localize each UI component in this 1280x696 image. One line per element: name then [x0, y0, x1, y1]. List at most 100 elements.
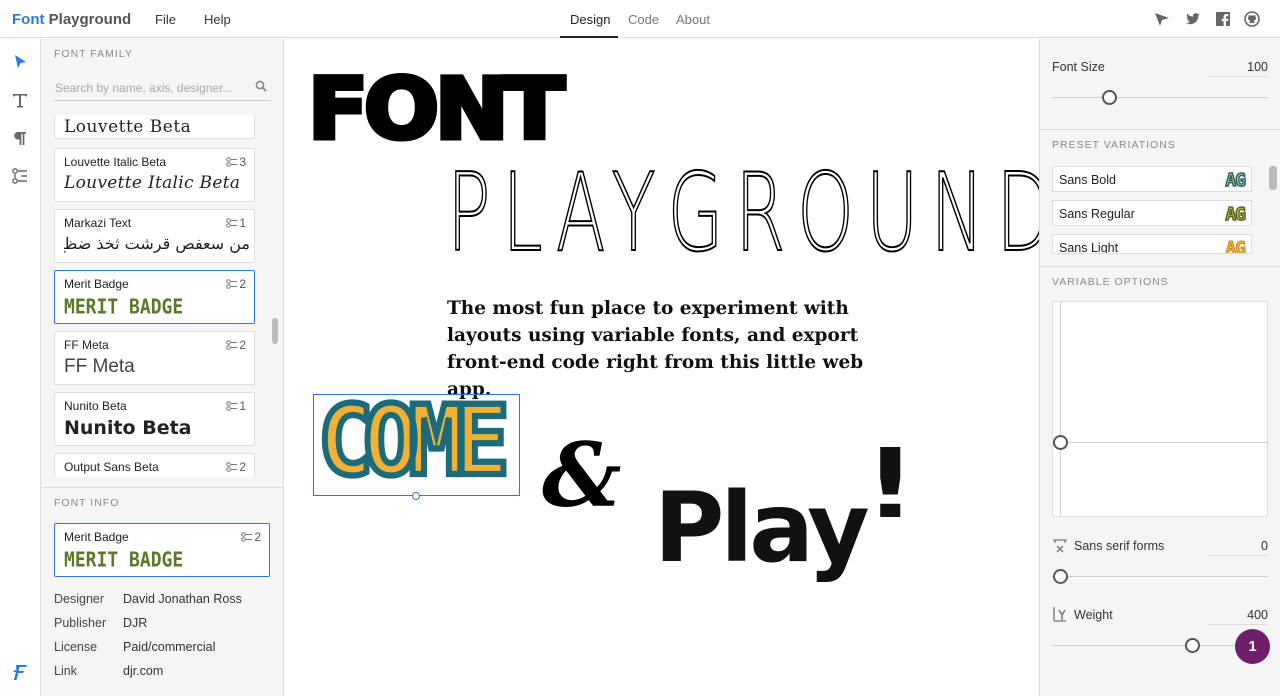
active-tab-indicator: [560, 36, 618, 38]
axis-count-value: 2: [239, 460, 246, 474]
tab-design[interactable]: Design: [570, 12, 610, 27]
preset-label: Sans Bold: [1059, 173, 1116, 187]
font-preview: Nunito Beta: [64, 417, 192, 439]
font-card-louvette-beta[interactable]: Louvette Beta: [54, 115, 255, 139]
axis-count: 2: [226, 460, 246, 474]
axes-icon: [241, 532, 253, 542]
axis-count: 2: [241, 530, 261, 544]
font-card-ff-meta[interactable]: FF Meta 2 FF Meta: [54, 331, 255, 385]
axes-icon: [226, 157, 238, 167]
selection-box[interactable]: COME: [313, 389, 520, 500]
font-name: Merit Badge: [64, 277, 129, 291]
tab-about[interactable]: About: [676, 12, 710, 27]
font-name: Merit Badge: [64, 530, 129, 544]
font-list-scrollbar[interactable]: [272, 318, 278, 344]
font-name: Nunito Beta: [64, 399, 127, 413]
preset-sans-regular[interactable]: Sans Regular AG: [1052, 200, 1252, 226]
slider-knob[interactable]: [1185, 638, 1200, 653]
github-icon[interactable]: [1244, 11, 1260, 27]
tab-code[interactable]: Code: [628, 12, 659, 27]
logo-word-font: Font: [12, 11, 45, 28]
font-name: Output Sans Beta: [64, 460, 159, 474]
search-icon: [255, 80, 267, 92]
font-card-merit-badge[interactable]: Merit Badge 2 MERIT BADGE: [54, 270, 255, 324]
canvas-text-come[interactable]: COME: [315, 389, 513, 492]
font-info-card: Merit Badge 2 MERIT BADGE: [54, 523, 270, 577]
axis-count: 1: [226, 399, 246, 413]
right-panel: Font Size 100 PRESET VARIATIONS Sans Bol…: [1039, 39, 1280, 696]
preset-scrollbar[interactable]: [1269, 166, 1277, 190]
weight-label: Weight: [1074, 608, 1113, 622]
axes-icon: [226, 218, 238, 228]
text-icon[interactable]: [11, 91, 29, 109]
axis-count-value: 1: [239, 399, 246, 413]
preset-label: Sans Regular: [1059, 207, 1135, 221]
weight-input[interactable]: 400: [1208, 608, 1268, 625]
paragraph-icon[interactable]: [11, 129, 29, 147]
font-preview: MERIT BADGE: [64, 295, 184, 320]
canvas-text-exclaim[interactable]: !: [844, 436, 936, 532]
resize-handle[interactable]: [412, 492, 420, 500]
axis-count-value: 2: [239, 277, 246, 291]
info-row-license: License Paid/commercial: [54, 640, 215, 654]
preset-swatch: AG: [1225, 203, 1247, 226]
preset-swatch: AG: [1225, 238, 1247, 254]
axis-count: 1: [226, 216, 246, 230]
divider: [41, 487, 284, 488]
pointer-icon[interactable]: [11, 53, 29, 71]
info-row-designer: Designer David Jonathan Ross: [54, 592, 242, 606]
canvas-text-play[interactable]: Play: [654, 480, 870, 576]
info-value: Paid/commercial: [123, 640, 216, 654]
slider-knob[interactable]: [1102, 90, 1117, 105]
preset-sans-light[interactable]: Sans Light AG: [1052, 234, 1252, 254]
design-canvas[interactable]: FONT PLAYGROUND The most fun place to ex…: [284, 39, 1052, 696]
info-value[interactable]: djr.com: [123, 664, 163, 678]
preset-sans-bold[interactable]: Sans Bold AG: [1052, 166, 1252, 192]
variable-axes-icon[interactable]: [11, 167, 29, 185]
send-icon[interactable]: [1154, 11, 1170, 27]
axes-icon: [226, 401, 238, 411]
slider-knob[interactable]: [1053, 569, 1068, 584]
font-card-output-sans-beta[interactable]: Output Sans Beta 2: [54, 453, 255, 477]
menu-file[interactable]: File: [155, 12, 176, 27]
font-search-input[interactable]: Search by name, axis, designer...: [54, 75, 271, 101]
facebook-icon[interactable]: [1215, 11, 1231, 27]
info-value: David Jonathan Ross: [123, 592, 242, 606]
font-name: Markazi Text: [64, 216, 132, 230]
font-name: FF Meta: [64, 338, 109, 352]
font-list[interactable]: Louvette Beta Louvette Italic Beta 3 Lou…: [54, 115, 269, 477]
font-card-markazi-text[interactable]: Markazi Text 1 من سعفص قرشت ثخذ ضظغ: [54, 209, 255, 263]
axes-icon: [226, 340, 238, 350]
preset-label: Sans Light: [1059, 241, 1119, 254]
font-card-nunito-beta[interactable]: Nunito Beta 1 Nunito Beta: [54, 392, 255, 446]
info-value: DJR: [123, 616, 148, 630]
sans-serif-forms-input[interactable]: 0: [1208, 539, 1268, 556]
font-family-title: FONT FAMILY: [54, 48, 133, 60]
axis-count-value: 1: [239, 216, 246, 230]
font-preview: MERIT BADGE: [64, 548, 184, 573]
canvas-paragraph[interactable]: The most fun place to experiment with la…: [447, 295, 887, 403]
twitter-icon[interactable]: [1185, 11, 1201, 27]
font-size-input[interactable]: 100: [1208, 60, 1268, 77]
variable-axes-pad[interactable]: [1052, 301, 1268, 517]
info-key: License: [54, 640, 98, 654]
info-key: Link: [54, 664, 77, 678]
font-size-slider[interactable]: [1052, 90, 1268, 105]
menu-help[interactable]: Help: [204, 12, 231, 27]
font-info-title: FONT INFO: [54, 497, 120, 509]
tool-bar: [0, 39, 41, 696]
sans-serif-forms-slider[interactable]: [1052, 569, 1268, 584]
axes-icon: [226, 279, 238, 289]
fontplayground-icon[interactable]: [10, 662, 30, 682]
pad-knob[interactable]: [1053, 435, 1068, 450]
canvas-text-ampersand[interactable]: &: [542, 431, 621, 519]
axis-count: 2: [226, 277, 246, 291]
notification-badge[interactable]: 1: [1235, 629, 1270, 664]
font-card-louvette-italic-beta[interactable]: Louvette Italic Beta 3 Louvette Italic B…: [54, 148, 255, 202]
canvas-text-font[interactable]: FONT: [305, 65, 567, 154]
axis-count-value: 3: [239, 155, 246, 169]
app-logo[interactable]: Font Playground: [12, 11, 131, 28]
font-preview: FF Meta: [64, 356, 135, 377]
canvas-text-playground[interactable]: PLAYGROUND: [446, 159, 1064, 269]
info-row-publisher: Publisher DJR: [54, 616, 147, 630]
